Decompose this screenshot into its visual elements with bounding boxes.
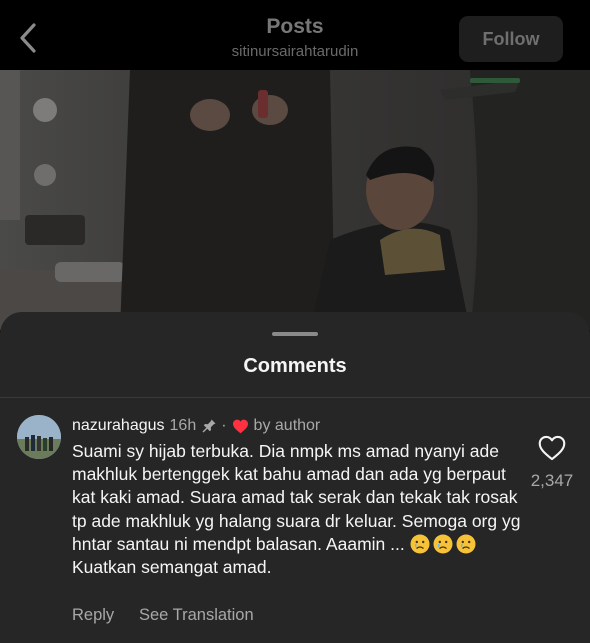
top-bar: Posts sitinursairahtarudin Follow [0,0,590,70]
comments-sheet: Comments nazurahagus 16h · by author Sua… [0,312,590,643]
avatar-image [17,415,61,459]
comment-time: 16h [169,417,197,434]
heart-icon [232,419,249,434]
see-translation-button[interactable]: See Translation [139,606,254,625]
reply-button[interactable]: Reply [72,606,114,625]
divider [0,397,590,398]
avatar[interactable] [17,415,61,459]
sheet-drag-handle[interactable] [272,332,318,336]
like-count: 2,347 [530,471,574,490]
pin-icon [201,418,217,434]
meta-separator: · [221,417,227,434]
like-button[interactable] [538,435,566,463]
post-photo-illustration [0,70,590,330]
comment-username[interactable]: nazurahagus [72,417,165,435]
follow-button[interactable]: Follow [459,16,563,62]
crying-face-emoji-icon [433,534,453,554]
comment-meta: nazurahagus 16h · by author [72,417,320,435]
heart-outline-icon [538,435,566,461]
liked-by-author-label: by author [253,417,321,434]
crying-emoji-group [410,534,479,554]
comment-body: Suami sy hijab terbuka. Dia nmpk ms amad… [72,440,522,579]
crying-face-emoji-icon [456,534,476,554]
comment-text-tail: Kuatkan semangat amad. [72,557,272,578]
post-image[interactable] [0,70,590,330]
crying-face-emoji-icon [410,534,430,554]
comments-title: Comments [243,355,347,377]
